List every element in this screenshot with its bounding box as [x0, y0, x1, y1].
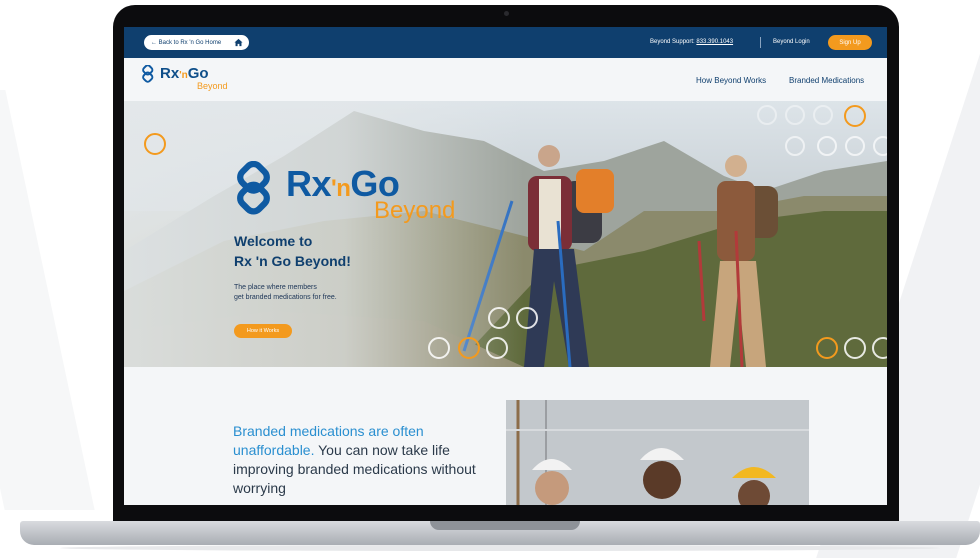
hero-title-line2: Rx 'n Go Beyond!: [234, 253, 351, 269]
support-info: Beyond Support: 833.390.1043: [650, 39, 733, 45]
main-nav: Rx'nGo Beyond How Beyond Works Branded M…: [124, 58, 887, 101]
laptop-hinge-notch: [430, 521, 580, 530]
decorative-ring: [817, 136, 837, 156]
hero-subtitle: The place where members get branded medi…: [234, 283, 337, 303]
hero-logo-beyond-text: Beyond: [374, 197, 456, 224]
logo-n-text: 'n: [179, 70, 188, 81]
how-it-works-button[interactable]: How it Works: [234, 324, 292, 338]
decorative-ring-orange: [844, 105, 866, 127]
decorative-ring: [872, 337, 887, 359]
affordability-section: Branded medications are often unaffordab…: [124, 367, 887, 505]
decorative-ring: [785, 105, 805, 125]
home-icon: [234, 38, 243, 47]
page-stage: ← Back to Rx 'n Go Home Beyond Support: …: [0, 0, 980, 558]
topbar-divider: [760, 37, 761, 48]
logo-go-text: Go: [187, 65, 209, 82]
decorative-ring: [873, 136, 887, 156]
decorative-ring: [516, 307, 538, 329]
affordability-headline: Branded medications are often unaffordab…: [233, 422, 478, 498]
decorative-ring-orange: [458, 337, 480, 359]
hero-title-line1: Welcome to: [234, 233, 313, 249]
logo-mark-icon: [142, 65, 154, 83]
hero-logo-rx-text: Rx: [286, 163, 332, 204]
support-phone-link[interactable]: 833.390.1043: [696, 39, 733, 45]
laptop-camera: [504, 11, 509, 16]
hero-banner: Rx'nGo Beyond Welcome to Rx 'n Go Beyond…: [124, 101, 887, 367]
sign-up-button[interactable]: Sign Up: [828, 35, 872, 50]
hero-title: Welcome to Rx 'n Go Beyond!: [234, 231, 351, 271]
support-label: Beyond Support:: [650, 39, 695, 45]
decorative-ring: [486, 337, 508, 359]
decorative-ring: [488, 307, 510, 329]
logo-beyond-text: Beyond: [197, 81, 228, 91]
utility-bar: ← Back to Rx 'n Go Home Beyond Support: …: [124, 27, 887, 58]
nav-link-how-beyond-works[interactable]: How Beyond Works: [696, 76, 766, 85]
decorative-ring-orange: [144, 133, 166, 155]
decorative-ring: [845, 136, 865, 156]
logo-wordmark: Rx'nGo: [160, 65, 209, 82]
beyond-login-link[interactable]: Beyond Login: [773, 39, 810, 45]
hero-subtitle-line2: get branded medications for free.: [234, 294, 337, 301]
decorative-ring: [757, 105, 777, 125]
decorative-ring: [813, 105, 833, 125]
hero-subtitle-line1: The place where members: [234, 284, 317, 291]
decorative-ring: [428, 337, 450, 359]
back-to-home-button[interactable]: ← Back to Rx 'n Go Home: [144, 35, 249, 50]
decorative-ring-orange: [816, 337, 838, 359]
workers-photo-illustration: [506, 400, 809, 505]
decorative-ring: [844, 337, 866, 359]
back-to-home-label: ← Back to Rx 'n Go Home: [151, 39, 222, 46]
decorative-ring: [785, 136, 805, 156]
background-shape-left: [0, 90, 95, 510]
hero-logo-n-text: 'n: [331, 175, 351, 202]
logo-rx-text: Rx: [160, 65, 180, 82]
nav-link-branded-medications[interactable]: Branded Medications: [789, 76, 864, 85]
laptop-shadow: [60, 545, 940, 551]
laptop-screen: ← Back to Rx 'n Go Home Beyond Support: …: [124, 27, 887, 505]
workers-photo: [506, 400, 809, 505]
logo-mark-icon: [237, 161, 270, 215]
